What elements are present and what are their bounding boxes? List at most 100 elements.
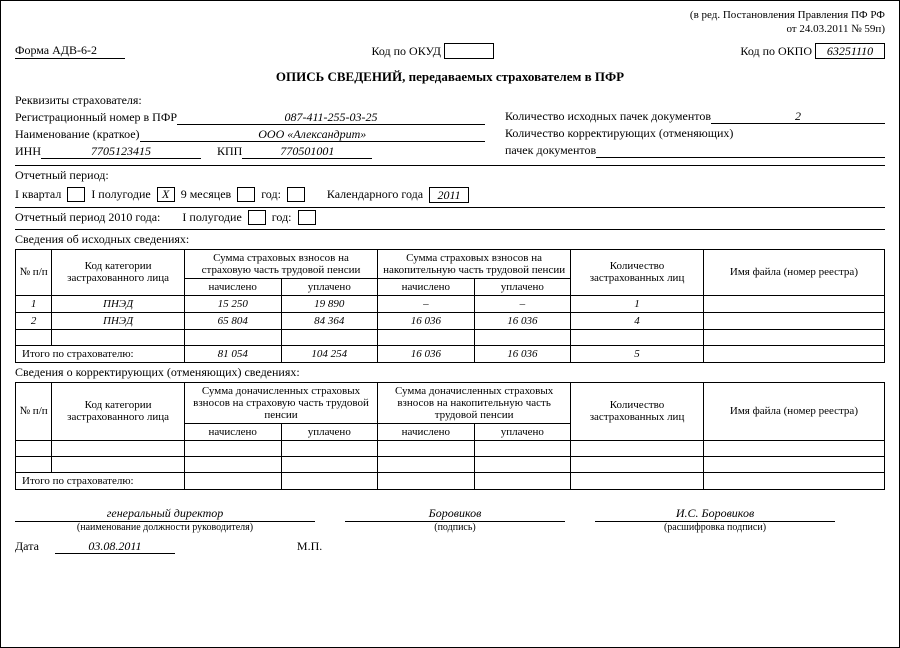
th-acc-ins: Сумма доначисленных страховых взносов на… (184, 382, 377, 423)
reg-value[interactable]: 087-411-255-03-25 (177, 110, 485, 125)
date-value[interactable]: 03.08.2011 (55, 539, 175, 554)
th-num: № п/п (16, 249, 52, 295)
table-row-total: Итого по страхователю: (16, 472, 885, 489)
c: 65 804 (184, 312, 281, 329)
kpp-value[interactable]: 770501001 (242, 144, 372, 159)
th-paid2: уплачено (474, 423, 571, 440)
count-corr-value[interactable] (596, 143, 885, 158)
count-out-label: Количество исходных пачек документов (505, 109, 711, 124)
th-count: Количество застрахованных лиц (571, 382, 704, 440)
count-out-value[interactable]: 2 (711, 109, 885, 124)
c: 16 036 (378, 312, 475, 329)
half2-checkbox[interactable] (248, 210, 266, 225)
sig-name[interactable]: И.С. Боровиков (595, 504, 835, 522)
th-accrued2: начислено (378, 278, 475, 295)
c (703, 295, 884, 312)
c: 15 250 (184, 295, 281, 312)
okud-label: Код по ОКУД (371, 44, 441, 59)
th-sum-ins: Сумма страховых взносов на страховую час… (184, 249, 377, 278)
year2-checkbox[interactable] (298, 210, 316, 225)
th-file: Имя файла (номер реестра) (703, 382, 884, 440)
total-label: Итого по страхователю: (16, 345, 185, 362)
source-table: № п/п Код категории застрахованного лица… (15, 249, 885, 363)
name-value[interactable]: ООО «Александрит» (140, 127, 485, 142)
decree-note-line2: от 24.03.2011 № 59п) (15, 23, 885, 37)
c: 1 (16, 295, 52, 312)
sig-position[interactable]: генеральный директор (15, 504, 315, 522)
c: 1 (571, 295, 704, 312)
sig-sign-cap: (подпись) (345, 522, 565, 533)
form-code: Форма АДВ-6-2 (15, 43, 125, 59)
year-label-2: год: (272, 210, 292, 225)
kpp-label: КПП (217, 144, 242, 159)
th-cat: Код категории застрахованного лица (52, 382, 185, 440)
c: – (378, 295, 475, 312)
okpo-box[interactable]: 63251110 (815, 43, 885, 59)
th-cat: Код категории застрахованного лица (52, 249, 185, 295)
th-accrued1: начислено (184, 423, 281, 440)
year-label: год: (261, 187, 281, 202)
mp-label: М.П. (297, 539, 322, 554)
corr-title: Сведения о корректирующих (отменяющих) с… (15, 365, 885, 380)
requisites-label: Реквизиты страхователя: (15, 93, 142, 108)
count-corr-label1: Количество корректирующих (отменяющих) (505, 126, 733, 141)
c: 19 890 (281, 295, 378, 312)
c: 4 (571, 312, 704, 329)
document-title: ОПИСЬ СВЕДЕНИЙ, передаваемых страховател… (15, 69, 885, 85)
th-accrued1: начислено (184, 278, 281, 295)
c: 81 054 (184, 345, 281, 362)
okud-box[interactable] (444, 43, 494, 59)
nine-checkbox[interactable] (237, 187, 255, 202)
c (703, 345, 884, 362)
c: ПНЭД (52, 295, 185, 312)
reg-label: Регистрационный номер в ПФР (15, 110, 177, 125)
q1-label: I квартал (15, 187, 61, 202)
sig-signature[interactable]: Боровиков (345, 504, 565, 522)
c: 84 364 (281, 312, 378, 329)
half-checkbox[interactable]: Х (157, 187, 175, 202)
c: 2 (16, 312, 52, 329)
table-row: 1 ПНЭД 15 250 19 890 – – 1 (16, 295, 885, 312)
q1-checkbox[interactable] (67, 187, 85, 202)
c: 16 036 (474, 345, 571, 362)
period-title: Отчетный период: (15, 165, 885, 183)
th-acc-acc: Сумма доначисленных страховых взносов на… (378, 382, 571, 423)
cal-year-label: Календарного года (327, 187, 423, 202)
period2-title: Отчетный период 2010 года: (15, 210, 160, 225)
decree-note-line1: (в ред. Постановления Правления ПФ РФ (15, 9, 885, 23)
corr-table: № п/п Код категории застрахованного лица… (15, 382, 885, 490)
th-paid1: уплачено (281, 423, 378, 440)
nine-label: 9 месяцев (181, 187, 231, 202)
sig-name-cap: (расшифровка подписи) (595, 522, 835, 533)
table-row: 2 ПНЭД 65 804 84 364 16 036 16 036 4 (16, 312, 885, 329)
th-paid1: уплачено (281, 278, 378, 295)
c: ПНЭД (52, 312, 185, 329)
half-label: I полугодие (91, 187, 150, 202)
c: 16 036 (378, 345, 475, 362)
th-num: № п/п (16, 382, 52, 440)
c: 16 036 (474, 312, 571, 329)
date-label: Дата (15, 539, 39, 554)
th-count: Количество застрахованных лиц (571, 249, 704, 295)
table-row (16, 329, 885, 345)
document-page: (в ред. Постановления Правления ПФ РФ от… (0, 0, 900, 648)
table-row (16, 440, 885, 456)
half-label-2: I полугодие (182, 210, 241, 225)
source-title: Сведения об исходных сведениях: (15, 229, 885, 247)
name-label: Наименование (краткое) (15, 127, 140, 142)
c: – (474, 295, 571, 312)
c: 5 (571, 345, 704, 362)
sig-pos-cap: (наименование должности руководителя) (15, 522, 315, 533)
okpo-label: Код по ОКПО (740, 44, 812, 59)
cal-year-box[interactable]: 2011 (429, 187, 469, 203)
c: 104 254 (281, 345, 378, 362)
th-sum-acc: Сумма страховых взносов на накопительную… (378, 249, 571, 278)
total-label: Итого по страхователю: (16, 472, 185, 489)
th-paid2: уплачено (474, 278, 571, 295)
count-corr-label2: пачек документов (505, 143, 596, 158)
year-checkbox[interactable] (287, 187, 305, 202)
inn-label: ИНН (15, 144, 41, 159)
inn-value[interactable]: 7705123415 (41, 144, 201, 159)
c (703, 312, 884, 329)
table-row (16, 456, 885, 472)
